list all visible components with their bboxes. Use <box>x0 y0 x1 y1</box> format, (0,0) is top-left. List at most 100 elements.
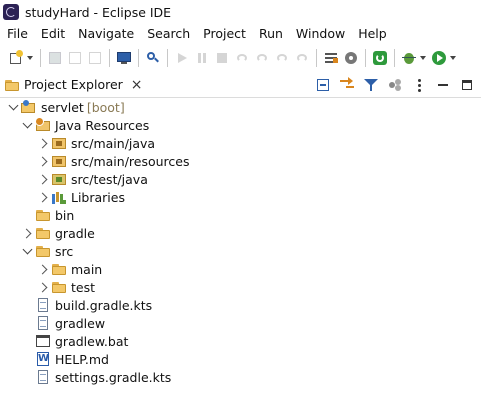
tree-item-gradlew-bat[interactable]: gradlew.bat <box>0 332 481 350</box>
minimize-icon[interactable] <box>435 77 451 93</box>
menu-edit[interactable]: Edit <box>34 24 71 44</box>
new-wizard-icon[interactable] <box>8 50 24 66</box>
tree-item-decoration: [boot] <box>86 99 125 115</box>
focus-on-active-task-icon[interactable] <box>387 77 403 93</box>
tree-item-settings-gradle-kts[interactable]: settings.gradle.kts <box>0 368 481 386</box>
word-document-icon <box>35 351 51 367</box>
tree-item-main[interactable]: main <box>0 260 481 278</box>
menu-navigate[interactable]: Navigate <box>71 24 140 44</box>
collapsed-chevron-icon[interactable] <box>36 262 50 276</box>
tree-item-label: main <box>71 261 103 277</box>
link-with-editor-icon[interactable] <box>339 77 355 93</box>
batch-file-icon <box>35 333 51 349</box>
collapsed-chevron-icon[interactable] <box>36 280 50 294</box>
tree-item-gradle[interactable]: gradle <box>0 224 481 242</box>
resume-icon[interactable] <box>174 50 190 66</box>
tree-item-src[interactable]: src <box>0 242 481 260</box>
expanded-chevron-icon[interactable] <box>20 244 34 258</box>
tree-item-libraries[interactable]: Libraries <box>0 188 481 206</box>
tree-item-src-main-java[interactable]: src/main/java <box>0 134 481 152</box>
toolbar-separator <box>316 49 317 67</box>
menu-search[interactable]: Search <box>140 24 196 44</box>
close-icon[interactable]: × <box>131 78 143 92</box>
folder-open-icon <box>35 243 51 259</box>
suspend-icon[interactable] <box>194 50 210 66</box>
expanded-chevron-icon[interactable] <box>20 118 34 132</box>
folder-icon <box>35 225 51 241</box>
collapse-all-icon[interactable] <box>315 77 331 93</box>
toolbar-separator <box>109 49 110 67</box>
collapsed-chevron-icon[interactable] <box>36 172 50 186</box>
search-icon[interactable] <box>145 50 161 66</box>
menu-project[interactable]: Project <box>196 24 252 44</box>
tree-item-servlet[interactable]: servlet [boot] <box>0 98 481 116</box>
tree-item-label: gradlew <box>55 315 106 331</box>
tree-item-label: Libraries <box>71 189 125 205</box>
maximize-icon[interactable] <box>459 77 475 93</box>
text-file-icon <box>35 315 51 331</box>
text-file-icon <box>35 369 51 385</box>
tree-item-bin[interactable]: bin <box>0 206 481 224</box>
debug-icon[interactable] <box>401 50 417 66</box>
step-into-icon[interactable] <box>254 50 270 66</box>
tree-item-label: gradlew.bat <box>55 333 129 349</box>
expanded-chevron-icon[interactable] <box>6 100 20 114</box>
menu-bar: File Edit Navigate Search Project Run Wi… <box>0 24 481 44</box>
filter-icon[interactable] <box>363 77 379 93</box>
open-terminal-icon[interactable] <box>116 50 132 66</box>
menu-run[interactable]: Run <box>252 24 289 44</box>
folder-icon <box>51 261 67 277</box>
view-menu-icon[interactable] <box>411 77 427 93</box>
save-icon[interactable] <box>47 50 63 66</box>
tree-item-src-test-java[interactable]: src/test/java <box>0 170 481 188</box>
disconnect-icon[interactable] <box>234 50 250 66</box>
print-icon[interactable] <box>87 50 103 66</box>
step-over-icon[interactable] <box>274 50 290 66</box>
tree-item-label: HELP.md <box>55 351 109 367</box>
toolbar-separator <box>138 49 139 67</box>
toolbar-separator <box>365 49 366 67</box>
step-return-icon[interactable] <box>294 50 310 66</box>
tab-label: Project Explorer <box>24 77 123 92</box>
build-icon[interactable] <box>343 50 359 66</box>
collapsed-chevron-icon[interactable] <box>20 226 34 240</box>
tree-item-label: build.gradle.kts <box>55 297 153 313</box>
gradle-project-icon <box>21 99 37 115</box>
save-all-icon[interactable] <box>67 50 83 66</box>
tree-item-label: src/main/resources <box>71 153 190 169</box>
folder-icon <box>51 279 67 295</box>
tree-item-test[interactable]: test <box>0 278 481 296</box>
debug-dropdown-arrow-icon[interactable] <box>420 56 426 60</box>
tree-item-label: src/test/java <box>71 171 148 187</box>
collapsed-chevron-icon[interactable] <box>36 154 50 168</box>
run-dropdown-arrow-icon[interactable] <box>450 56 456 60</box>
collapsed-chevron-icon[interactable] <box>36 136 50 150</box>
menu-help[interactable]: Help <box>351 24 393 44</box>
toolbar-separator <box>394 49 395 67</box>
spring-boot-icon[interactable] <box>372 50 388 66</box>
menu-window[interactable]: Window <box>289 24 351 44</box>
task-list-icon[interactable] <box>323 50 339 66</box>
tree-item-gradlew[interactable]: gradlew <box>0 314 481 332</box>
source-folder-icon <box>51 153 67 169</box>
java-resources-icon <box>35 117 51 133</box>
tab-project-explorer[interactable]: Project Explorer × <box>0 72 149 97</box>
tree-item-build-gradle-kts[interactable]: build.gradle.kts <box>0 296 481 314</box>
menu-file[interactable]: File <box>0 24 34 44</box>
main-toolbar <box>0 45 481 71</box>
project-explorer-icon <box>4 77 20 93</box>
run-icon[interactable] <box>431 50 447 66</box>
tree-item-label: src <box>55 243 74 259</box>
window-title: studyHard - Eclipse IDE <box>25 4 172 20</box>
tree-item-label: test <box>71 279 96 295</box>
tree-item-java-resources[interactable]: Java Resources <box>0 116 481 134</box>
terminate-icon[interactable] <box>214 50 230 66</box>
toolbar-separator <box>40 49 41 67</box>
tree-item-label: servlet <box>41 99 84 115</box>
collapsed-chevron-icon[interactable] <box>36 190 50 204</box>
new-dropdown-arrow-icon[interactable] <box>27 56 33 60</box>
tree-item-help-md[interactable]: HELP.md <box>0 350 481 368</box>
tree-item-label: settings.gradle.kts <box>55 369 172 385</box>
title-bar: studyHard - Eclipse IDE <box>0 0 481 24</box>
tree-item-src-main-resources[interactable]: src/main/resources <box>0 152 481 170</box>
